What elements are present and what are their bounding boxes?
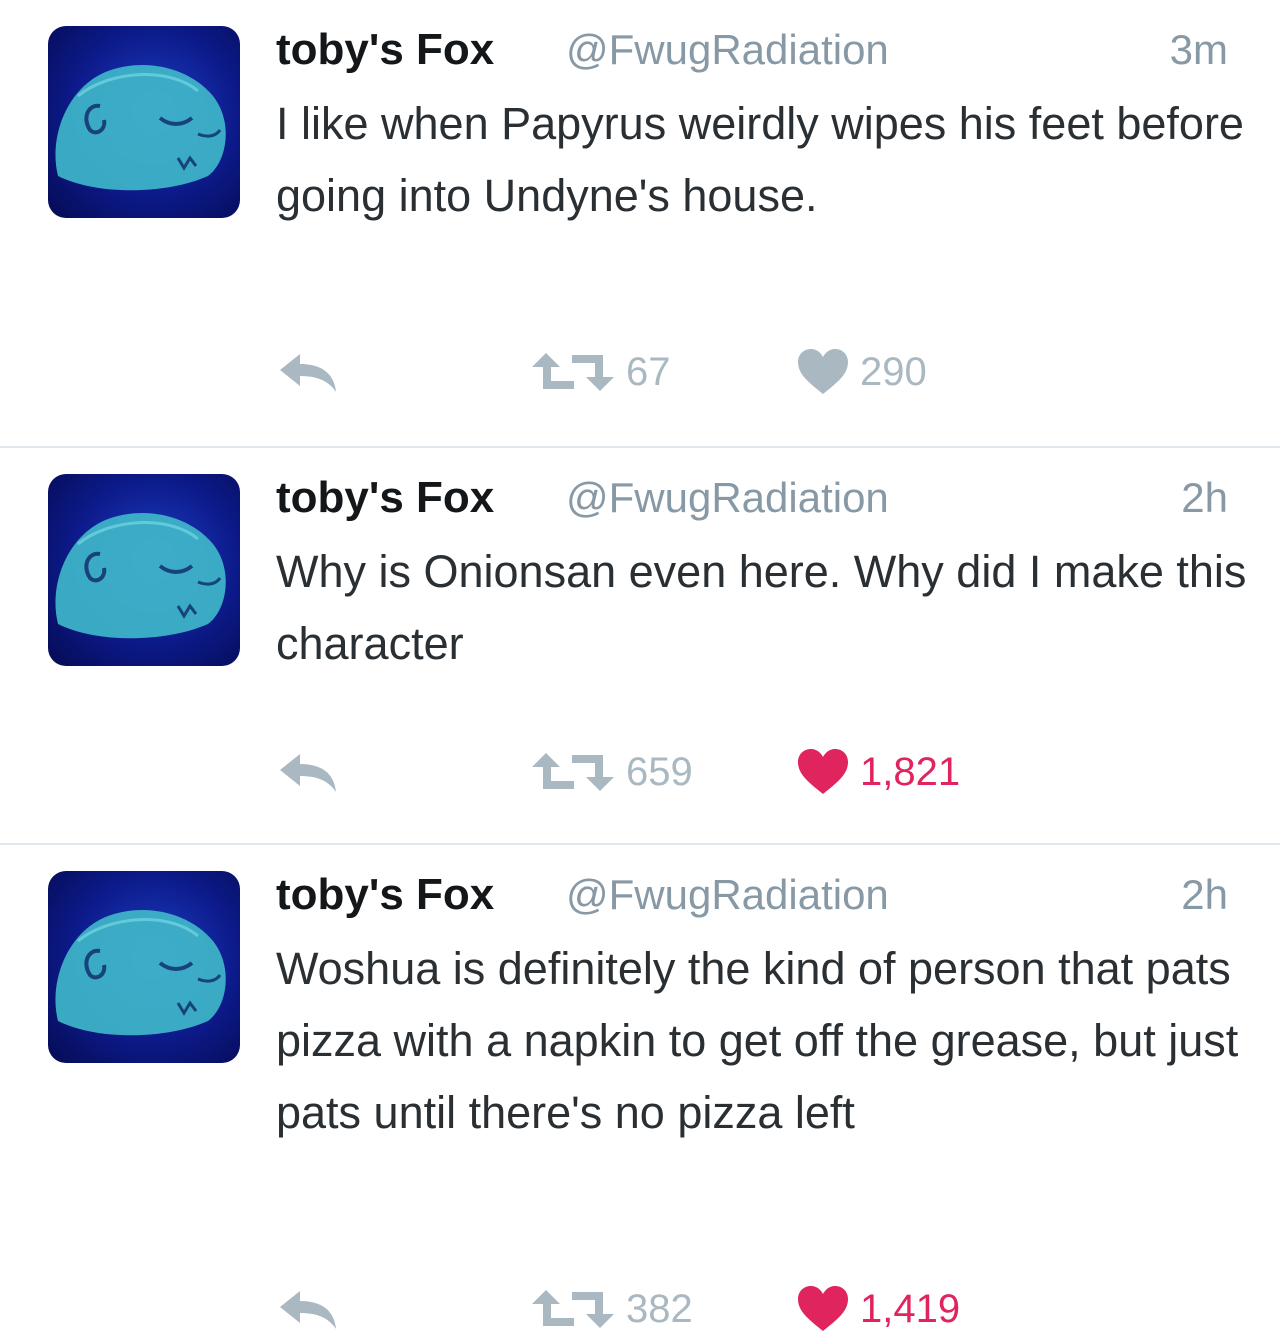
heart-icon	[798, 749, 848, 794]
like-button[interactable]: 290	[796, 344, 927, 400]
avatar[interactable]	[48, 26, 240, 218]
avatar[interactable]	[48, 871, 240, 1063]
like-count: 290	[860, 350, 927, 394]
tweet-text: Why is Onionsan even here. Why did I mak…	[276, 546, 1247, 669]
retweet-button[interactable]: 659	[530, 744, 693, 800]
reply-arrow-icon	[280, 354, 336, 392]
tweet-actions: 67 290	[276, 344, 1176, 400]
heart-icon	[798, 349, 848, 394]
display-name[interactable]: toby's Fox	[276, 24, 494, 76]
reply-arrow-icon	[280, 754, 336, 792]
retweet-icon	[532, 1290, 614, 1328]
retweet-count: 67	[626, 350, 671, 394]
avatar[interactable]	[48, 474, 240, 666]
like-count: 1,821	[860, 750, 961, 794]
tweet-actions: 382 1,419	[276, 1281, 1176, 1337]
tweet[interactable]: toby's Fox @FwugRadiation 3m I like when…	[0, 0, 1280, 447]
tweet-header: toby's Fox @FwugRadiation 2h	[276, 869, 1236, 921]
tweet[interactable]: toby's Fox @FwugRadiation 2h Why is Onio…	[0, 448, 1280, 844]
tweet-text: Woshua is definitely the kind of person …	[276, 943, 1239, 1138]
reply-button[interactable]	[276, 1285, 340, 1333]
display-name[interactable]: toby's Fox	[276, 472, 494, 524]
retweet-icon	[532, 753, 614, 791]
user-handle[interactable]: @FwugRadiation	[566, 869, 889, 921]
tweet[interactable]: toby's Fox @FwugRadiation 2h Woshua is d…	[0, 845, 1280, 1344]
retweet-button[interactable]: 67	[530, 344, 671, 400]
tweet-feed: toby's Fox @FwugRadiation 3m I like when…	[0, 0, 1280, 1344]
retweet-count: 659	[626, 750, 693, 794]
heart-icon	[798, 1286, 848, 1331]
reply-button[interactable]	[276, 348, 340, 396]
timestamp[interactable]: 2h	[1181, 472, 1228, 524]
retweet-count: 382	[626, 1287, 693, 1331]
timestamp[interactable]: 3m	[1170, 24, 1228, 76]
dog-avatar-image	[55, 909, 226, 1036]
retweet-button[interactable]: 382	[530, 1281, 693, 1337]
user-handle[interactable]: @FwugRadiation	[566, 472, 889, 524]
tweet-text: I like when Papyrus weirdly wipes his fe…	[276, 98, 1244, 221]
like-button[interactable]: 1,821	[796, 744, 960, 800]
tweet-actions: 659 1,821	[276, 744, 1176, 800]
like-button[interactable]: 1,419	[796, 1281, 960, 1337]
retweet-icon	[532, 353, 614, 391]
dog-avatar-image	[55, 512, 226, 639]
reply-arrow-icon	[280, 1291, 336, 1329]
timestamp[interactable]: 2h	[1181, 869, 1228, 921]
reply-button[interactable]	[276, 748, 340, 796]
dog-avatar-image	[55, 64, 226, 191]
tweet-header: toby's Fox @FwugRadiation 3m	[276, 24, 1236, 76]
display-name[interactable]: toby's Fox	[276, 869, 494, 921]
user-handle[interactable]: @FwugRadiation	[566, 24, 889, 76]
tweet-header: toby's Fox @FwugRadiation 2h	[276, 472, 1236, 524]
like-count: 1,419	[860, 1287, 961, 1331]
